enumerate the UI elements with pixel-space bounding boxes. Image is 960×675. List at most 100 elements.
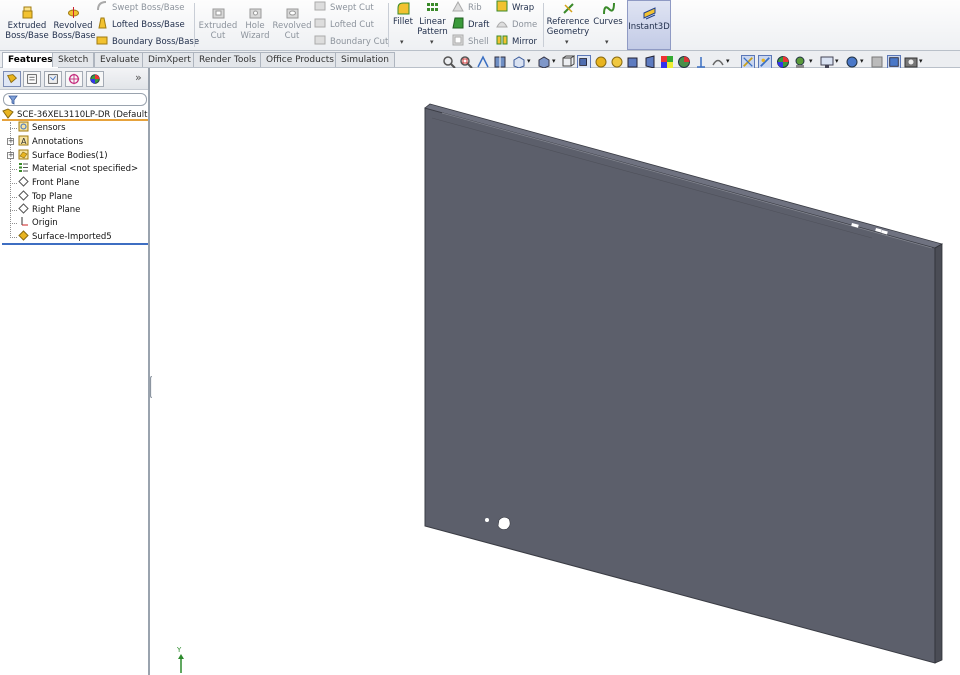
tab-render-tools[interactable]: Render Tools (193, 52, 263, 67)
monitor-dropdown-arrow[interactable]: ▾ (835, 57, 839, 65)
sphere-icon[interactable] (845, 55, 859, 69)
tree-item-sensors[interactable]: Sensors (10, 121, 66, 134)
lights-dropdown-arrow[interactable]: ▾ (809, 57, 813, 65)
perspective-icon[interactable] (643, 55, 657, 69)
curves-button[interactable]: Curves (592, 2, 624, 27)
revolved-boss-label: Revolved Boss/Base (52, 21, 96, 41)
shadows-icon[interactable] (626, 55, 640, 69)
rib-button[interactable]: Rib (452, 0, 482, 15)
zoom-to-area-icon[interactable] (459, 55, 473, 69)
sensors-icon (18, 121, 29, 132)
tree-item-material[interactable]: Material <not specified> (10, 162, 138, 175)
fillet-dropdown-arrow[interactable]: ▾ (400, 38, 404, 46)
curves-dropdown-arrow[interactable]: ▾ (605, 38, 609, 46)
hole-wizard-button[interactable]: Hole Wizard (240, 6, 270, 41)
tab-office-products[interactable]: Office Products (260, 52, 340, 67)
feature-tree-filter[interactable] (3, 93, 147, 106)
display-manager-tab-icon[interactable] (86, 71, 104, 87)
lofted-cut-button[interactable]: Lofted Cut (314, 17, 374, 32)
panel-front-face[interactable] (424, 107, 936, 664)
color-icon[interactable] (660, 55, 674, 69)
wireframe-icon[interactable] (561, 55, 575, 69)
panel-right-edge[interactable] (934, 243, 943, 664)
screen-capture-icon[interactable] (904, 55, 918, 69)
instant3d-button[interactable]: Instant3D (627, 0, 671, 50)
part-root-node[interactable]: SCE-36XEL3110LP-DR (Default< (2, 108, 148, 121)
property-manager-tab-icon[interactable] (23, 71, 41, 87)
shell-button[interactable]: Shell (452, 34, 489, 49)
plane-icon (18, 203, 29, 214)
mirror-label: Mirror (512, 37, 538, 47)
appearance-icon[interactable] (594, 55, 608, 69)
reference-geometry-label: Reference Geometry (546, 17, 590, 37)
tree-item-right-plane[interactable]: Right Plane (10, 203, 80, 216)
orientation-dropdown-arrow[interactable]: ▾ (527, 57, 531, 65)
tab-dimxpert[interactable]: DimXpert (142, 52, 197, 67)
dimxpert-manager-tab-icon[interactable] (65, 71, 83, 87)
display-dropdown-arrow[interactable]: ▾ (552, 57, 556, 65)
feature-tree-tab-icon[interactable] (3, 71, 21, 87)
sphere-dropdown-arrow[interactable]: ▾ (860, 57, 864, 65)
dome-button[interactable]: Dome (496, 17, 537, 32)
configuration-manager-tab-icon[interactable] (44, 71, 62, 87)
swept-cut-button[interactable]: Swept Cut (314, 0, 374, 15)
pattern-dropdown-arrow[interactable]: ▾ (430, 38, 434, 46)
swept-boss-button[interactable]: Swept Boss/Base (96, 0, 184, 15)
extruded-boss-button[interactable]: Extruded Boss/Base (4, 6, 50, 41)
hide-show-icon[interactable] (741, 55, 755, 69)
single-view-icon[interactable] (887, 55, 901, 69)
boundary-cut-button[interactable]: Boundary Cut (314, 34, 388, 49)
feature-manager-panel: » SCE-36XEL3110LP-DR (Default< Sensors +… (0, 68, 150, 675)
tree-item-origin[interactable]: Origin (10, 216, 58, 229)
wrap-button[interactable]: Wrap (496, 0, 534, 15)
instant3d-label: Instant3D (628, 22, 670, 32)
appearance-ball-icon[interactable] (677, 55, 691, 69)
revolved-boss-button[interactable]: Revolved Boss/Base (52, 6, 96, 41)
reference-dropdown-arrow[interactable]: ▾ (565, 38, 569, 46)
view-orientation-icon[interactable] (512, 55, 526, 69)
expand-toggle[interactable]: + (7, 152, 14, 159)
mirror-button[interactable]: Mirror (496, 34, 537, 49)
previous-view-icon[interactable] (476, 55, 490, 69)
revolved-cut-button[interactable]: Revolved Cut (272, 6, 312, 41)
rollback-bar[interactable] (2, 243, 148, 245)
tree-item-surface-imported[interactable]: Surface-Imported5 (10, 230, 112, 243)
lofted-cut-label: Lofted Cut (330, 20, 374, 30)
zoom-to-fit-icon[interactable] (442, 55, 456, 69)
reference-geometry-button[interactable]: Reference Geometry (546, 2, 590, 37)
expand-toggle[interactable]: + (7, 138, 14, 145)
tab-features[interactable]: Features (2, 52, 59, 68)
render-ball-icon[interactable] (776, 55, 790, 69)
draft-button[interactable]: Draft (452, 17, 489, 32)
lights-icon[interactable] (793, 55, 807, 69)
view-settings-icon[interactable] (711, 55, 725, 69)
scene-icon[interactable] (610, 55, 624, 69)
expand-panel-chevron[interactable]: » (135, 71, 142, 84)
viewport-split-icon[interactable] (870, 55, 884, 69)
lofted-cut-icon (314, 18, 326, 28)
ribbon-separator (543, 3, 544, 47)
monitor-icon[interactable] (820, 55, 834, 69)
triad-icon[interactable] (694, 55, 708, 69)
display-style-icon[interactable] (537, 55, 551, 69)
tree-item-top-plane[interactable]: Top Plane (10, 190, 72, 203)
tree-item-annotations[interactable]: + A Annotations (7, 135, 83, 148)
lofted-boss-button[interactable]: Lofted Boss/Base (96, 17, 185, 32)
boundary-boss-button[interactable]: Boundary Boss/Base (96, 34, 199, 49)
tree-item-front-plane[interactable]: Front Plane (10, 176, 80, 189)
tree-item-label: Material <not specified> (32, 164, 139, 174)
tab-sketch[interactable]: Sketch (52, 52, 95, 67)
capture-dropdown-arrow[interactable]: ▾ (919, 57, 923, 65)
fillet-button[interactable]: Fillet (391, 2, 415, 27)
tab-simulation[interactable]: Simulation (335, 52, 395, 67)
section-view-icon[interactable] (493, 55, 507, 69)
tab-evaluate[interactable]: Evaluate (94, 52, 146, 67)
boundary-cut-label: Boundary Cut (330, 37, 389, 47)
extruded-cut-button[interactable]: Extruded Cut (197, 6, 239, 41)
edit-appearance-icon[interactable] (758, 55, 772, 69)
graphics-area[interactable]: Y (152, 68, 960, 675)
view-settings-dropdown-arrow[interactable]: ▾ (726, 57, 730, 65)
tree-item-surface-bodies[interactable]: + Surface Bodies(1) (7, 149, 108, 162)
linear-pattern-button[interactable]: Linear Pattern (417, 2, 448, 37)
shaded-edges-icon[interactable] (577, 55, 591, 69)
